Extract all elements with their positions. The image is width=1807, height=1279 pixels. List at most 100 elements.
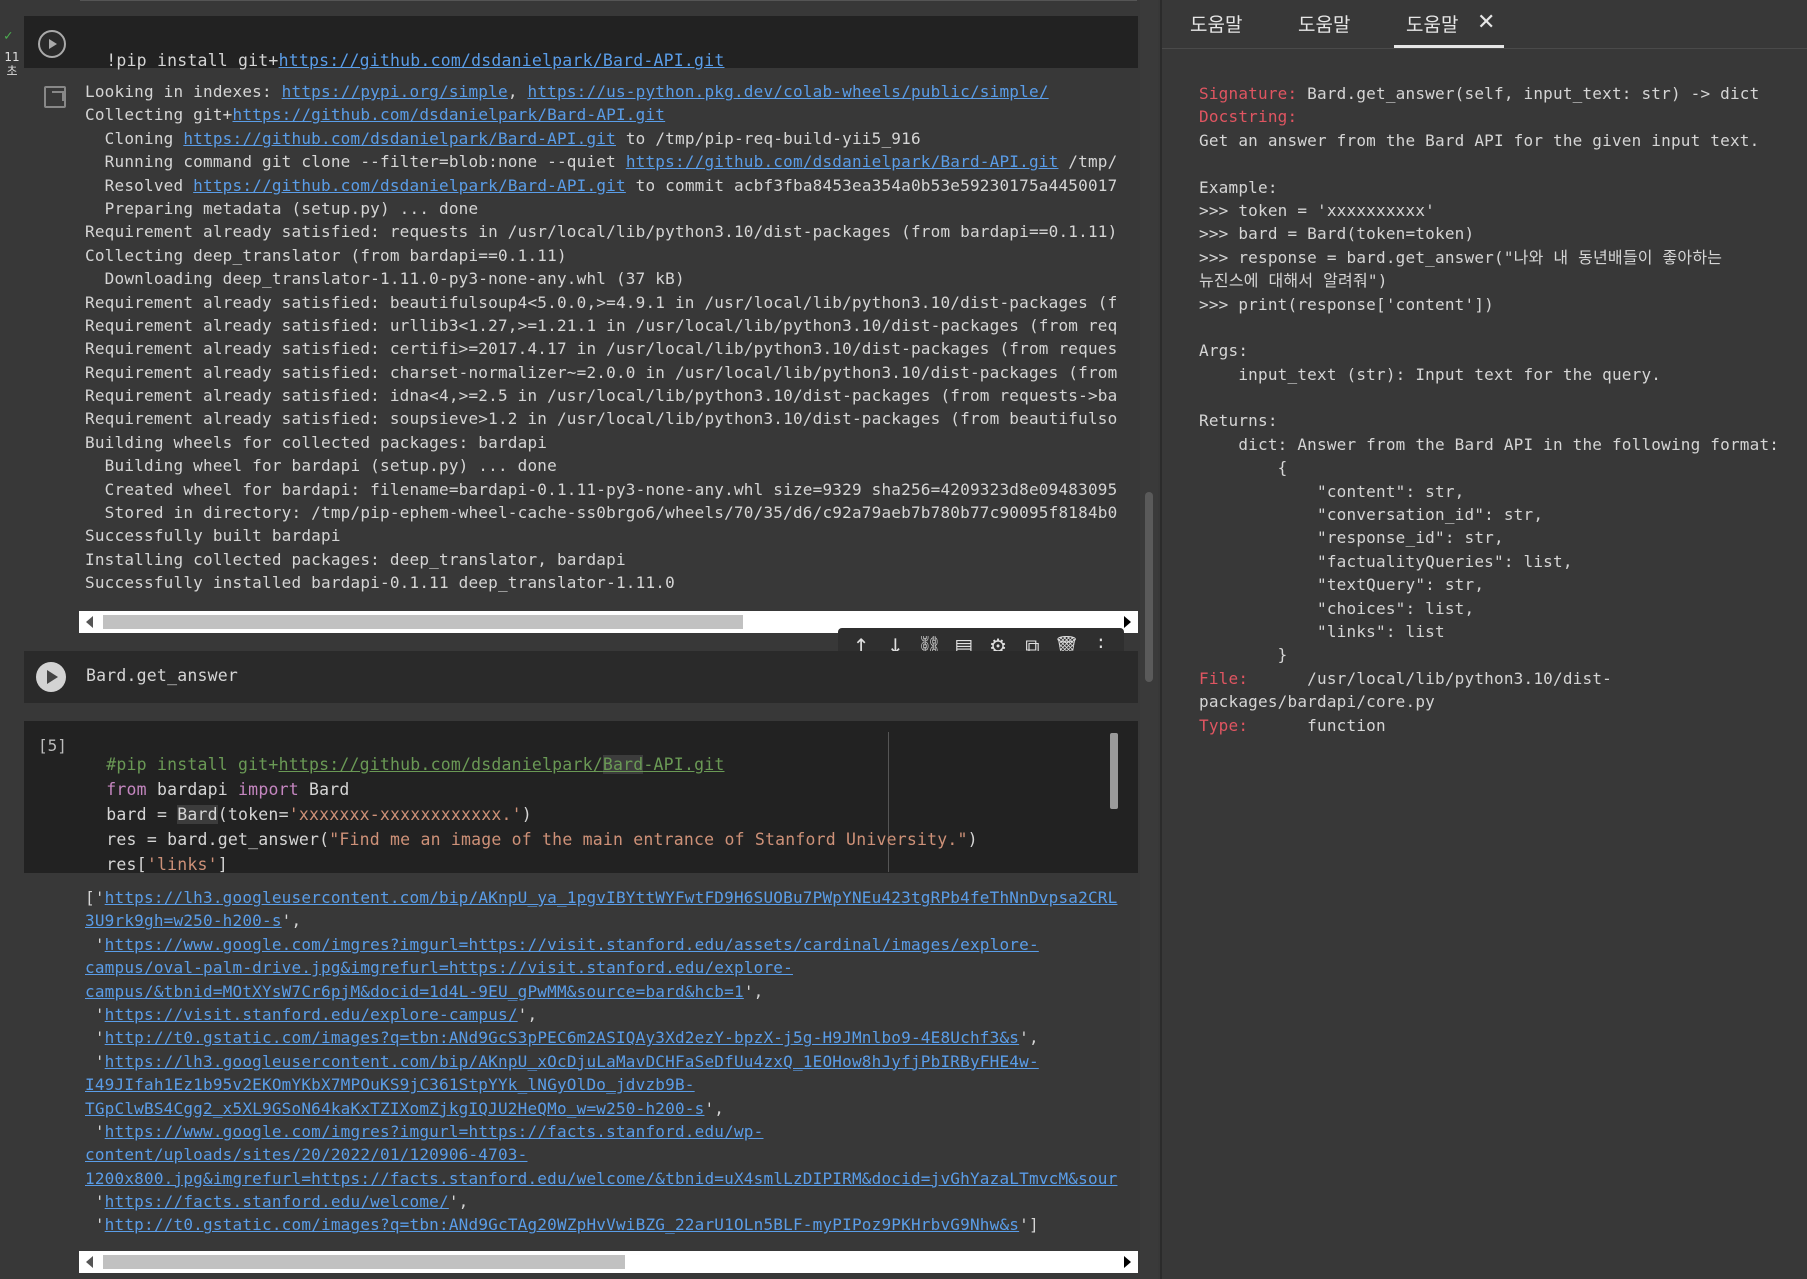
- output-line: 'https://visit.stanford.edu/explore-camp…: [85, 1003, 1137, 1026]
- help-content: Signature: Bard.get_answer(self, input_t…: [1199, 82, 1779, 737]
- run-cell-button[interactable]: [36, 662, 66, 692]
- output-text: ',: [1019, 1028, 1039, 1048]
- output-text: ',: [517, 1004, 538, 1024]
- code-text: res[: [106, 855, 147, 874]
- help-line: >>> bard = Bard(token=token): [1199, 222, 1779, 245]
- ruler-line: [888, 732, 889, 872]
- output-icon[interactable]: [44, 86, 66, 108]
- help-text: Example:: [1199, 177, 1278, 197]
- output-text: ': [85, 1121, 105, 1141]
- output-link[interactable]: https://pypi.org/simple: [282, 82, 508, 101]
- output-line: content/uploads/sites/20/2022/01/120906-…: [85, 1143, 1137, 1166]
- code-line-5[interactable]: res['links']: [86, 836, 228, 874]
- output-text: ': [85, 1215, 105, 1235]
- help-text: >>> response = bard.get_answer("나와 내 동년배…: [1199, 247, 1723, 267]
- output-line: Collecting git+https://github.com/dsdani…: [85, 103, 1137, 126]
- execution-count: [5]: [38, 736, 67, 755]
- output-text: Requirement already satisfied: beautiful…: [85, 292, 1118, 312]
- output-link[interactable]: https://visit.stanford.edu/explore-campu…: [105, 1005, 518, 1024]
- tab-help-1[interactable]: 도움말: [1190, 10, 1242, 37]
- output-link[interactable]: https://lh3.googleusercontent.com/bip/AK…: [105, 1052, 1039, 1071]
- tab-help-2[interactable]: 도움말: [1298, 10, 1350, 37]
- run-cell-button[interactable]: [38, 30, 66, 58]
- help-text: input_text (str): Input text for the que…: [1199, 364, 1662, 384]
- output-line: 'http://t0.gstatic.com/images?q=tbn:ANd9…: [85, 1213, 1137, 1236]
- cell-divider: [80, 0, 1137, 1]
- output-text: ': [85, 1051, 105, 1071]
- help-line: "content": str,: [1199, 480, 1779, 503]
- output-line: Requirement already satisfied: urllib3<1…: [85, 314, 1137, 337]
- output-line: Successfully installed bardapi-0.1.11 de…: [85, 571, 1137, 594]
- output-line: Cloning https://github.com/dsdanielpark/…: [85, 127, 1137, 150]
- active-tab-indicator: [1394, 45, 1504, 48]
- output-line: Looking in indexes: https://pypi.org/sim…: [85, 80, 1137, 103]
- scroll-left-icon[interactable]: [86, 1256, 93, 1268]
- output-line: Created wheel for bardapi: filename=bard…: [85, 478, 1137, 501]
- code-link-highlight[interactable]: Bard: [602, 755, 644, 774]
- code-link[interactable]: https://github.com/dsdanielpark/Bard-API…: [279, 51, 725, 70]
- code-scrollbar[interactable]: [1110, 733, 1118, 809]
- success-check-icon: ✓: [4, 28, 13, 44]
- output-text: ,: [507, 82, 528, 101]
- cell-output-links: ['https://lh3.googleusercontent.com/bip/…: [85, 886, 1137, 1237]
- output-link[interactable]: I49JIfah1Ez1b95v2EKOmYKbX7MPOuKS9jC361St…: [85, 1075, 695, 1094]
- output-link[interactable]: https://us-python.pkg.dev/colab-wheels/p…: [527, 82, 1048, 101]
- output-text: Building wheels for collected packages: …: [85, 432, 548, 452]
- help-line: >>> print(response['content']): [1199, 293, 1779, 316]
- help-label: Type:: [1199, 715, 1249, 735]
- output-link[interactable]: https://www.google.com/imgres?imgurl=htt…: [105, 1122, 764, 1141]
- play-icon: [49, 39, 57, 49]
- output-link[interactable]: https://lh3.googleusercontent.com/bip/AK…: [105, 888, 1118, 907]
- code-line[interactable]: !pip install git+https://github.com/dsda…: [86, 32, 724, 70]
- output-link[interactable]: https://github.com/dsdanielpark/Bard-API…: [233, 105, 666, 124]
- help-line: "factualityQueries": list,: [1199, 550, 1779, 573]
- output-text: ': [85, 1028, 105, 1048]
- help-panel: 도움말 도움말 도움말 ✕ Signature: Bard.get_answer…: [1162, 0, 1807, 1279]
- help-line: Type: function: [1199, 714, 1779, 737]
- output-text: Looking in indexes:: [85, 82, 282, 101]
- output-line: 'https://www.google.com/imgres?imgurl=ht…: [85, 1120, 1137, 1143]
- output-line: Stored in directory: /tmp/pip-ephem-whee…: [85, 501, 1137, 524]
- code-text: ]: [217, 855, 228, 874]
- scrollbar-thumb[interactable]: [103, 615, 743, 629]
- output-link[interactable]: https://github.com/dsdanielpark/Bard-API…: [193, 176, 626, 195]
- output-link[interactable]: TGpClwBS4Cgg2_x5XL9GSoN64kaKxTZIXomZjkgI…: [85, 1099, 704, 1118]
- output-link[interactable]: https://facts.stanford.edu/welcome/: [105, 1192, 449, 1211]
- close-tab-icon[interactable]: ✕: [1477, 10, 1495, 35]
- tab-help-3[interactable]: 도움말: [1406, 10, 1458, 37]
- output-link[interactable]: 1200x800.jpg&imgrefurl=https://facts.sta…: [85, 1169, 1117, 1188]
- notebook-scrollbar[interactable]: [1140, 0, 1158, 1279]
- output-link[interactable]: https://github.com/dsdanielpark/Bard-API…: [626, 152, 1059, 171]
- output-line: Installing collected packages: deep_tran…: [85, 548, 1137, 571]
- output-link[interactable]: content/uploads/sites/20/2022/01/120906-…: [85, 1145, 527, 1164]
- output-line: Requirement already satisfied: charset-n…: [85, 361, 1137, 384]
- output-text: Collecting deep_translator (from bardapi…: [85, 245, 567, 265]
- scrollbar-thumb[interactable]: [103, 1255, 625, 1269]
- output-line: campus/oval-palm-drive.jpg&imgrefurl=htt…: [85, 956, 1137, 979]
- scroll-right-icon[interactable]: [1124, 1256, 1131, 1268]
- scroll-right-icon[interactable]: [1124, 616, 1131, 628]
- output-text: Requirement already satisfied: urllib3<1…: [85, 315, 1118, 335]
- output-link[interactable]: campus/oval-palm-drive.jpg&imgrefurl=htt…: [85, 958, 793, 977]
- output-link[interactable]: campus/&tbnid=MOtXYsW7Cr6pjM&docid=1d4L-…: [85, 982, 744, 1001]
- output-link[interactable]: 3U9rk9gh=w250-h200-s: [85, 911, 282, 930]
- output-link[interactable]: http://t0.gstatic.com/images?q=tbn:ANd9G…: [105, 1028, 1019, 1047]
- output-line: Successfully built bardapi: [85, 524, 1137, 547]
- help-text: Bard.get_answer(self, input_text: str) -…: [1297, 84, 1760, 103]
- string-literal: "Find me an image of the main entrance o…: [329, 830, 968, 849]
- output-link[interactable]: https://github.com/dsdanielpark/Bard-API…: [183, 129, 616, 148]
- output-text: Requirement already satisfied: idna<4,>=…: [85, 386, 1118, 406]
- output-link[interactable]: http://t0.gstatic.com/images?q=tbn:ANd9G…: [105, 1215, 1019, 1234]
- scrollbar-thumb[interactable]: [1145, 492, 1153, 682]
- output-text: Building wheel for bardapi (setup.py) ..…: [85, 456, 557, 476]
- output-text: ',: [704, 1098, 725, 1118]
- scroll-left-icon[interactable]: [86, 616, 93, 628]
- code-link[interactable]: -API.git: [643, 755, 724, 774]
- help-text: Returns:: [1199, 411, 1278, 431]
- code-line[interactable]: Bard.get_answer: [86, 666, 238, 685]
- help-line: Docstring:: [1199, 105, 1779, 128]
- output-text: ': [85, 1004, 105, 1024]
- output-line: Collecting deep_translator (from bardapi…: [85, 244, 1137, 267]
- output-link[interactable]: https://www.google.com/imgres?imgurl=htt…: [105, 935, 1039, 954]
- horizontal-scrollbar[interactable]: [79, 1251, 1138, 1273]
